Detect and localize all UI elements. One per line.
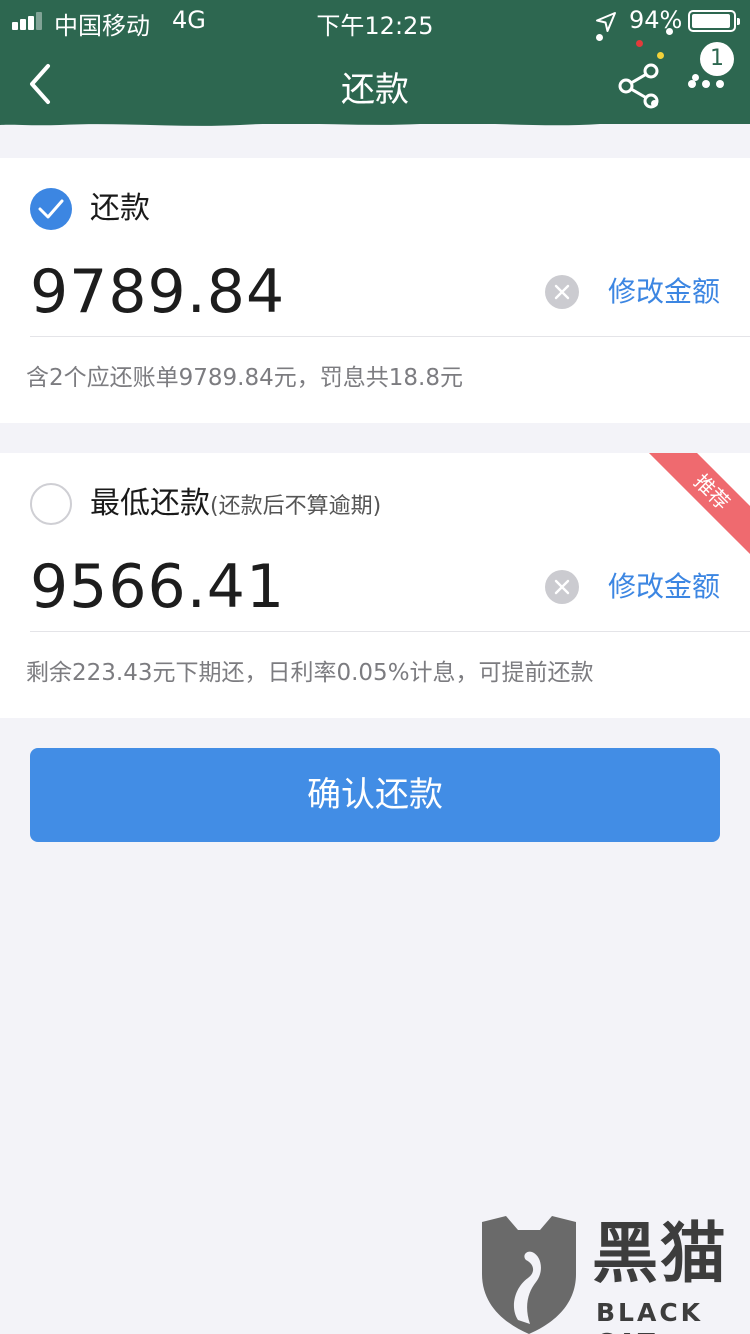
option-label-text: 还款 xyxy=(90,191,150,226)
location-arrow-icon xyxy=(596,12,616,32)
full-payment-amount[interactable]: 9789.84 xyxy=(30,256,285,328)
header: 中国移动 4G 下午12:25 94% 还款 1 xyxy=(0,0,750,124)
minimum-payment-option[interactable]: 推荐 最低还款(还款后不算逾期) 9566.41 修改金额 剩余223.43元下… xyxy=(0,453,750,718)
recommended-ribbon: 推荐 xyxy=(643,453,750,561)
close-icon xyxy=(554,579,570,595)
decor-dot xyxy=(651,100,658,107)
more-options-icon[interactable] xyxy=(684,72,728,96)
full-payment-label: 还款 xyxy=(90,188,150,230)
full-payment-detail: 含2个应还账单9789.84元，罚息共18.8元 xyxy=(26,365,463,391)
option-note: (还款后不算逾期) xyxy=(210,494,382,519)
confirm-payment-button[interactable]: 确认还款 xyxy=(30,748,720,842)
payment-page: 中国移动 4G 下午12:25 94% 还款 1 还款 9789.84 修改金额… xyxy=(0,0,750,1334)
close-icon xyxy=(554,284,570,300)
decor-dot xyxy=(692,74,699,81)
decor-dot xyxy=(596,34,603,41)
edit-amount-link[interactable]: 修改金额 xyxy=(608,567,720,607)
notification-badge: 1 xyxy=(700,42,734,76)
edit-amount-link[interactable]: 修改金额 xyxy=(608,272,720,312)
option-label-text: 最低还款 xyxy=(90,486,210,521)
black-cat-logo-icon xyxy=(482,1216,576,1334)
minimum-payment-amount[interactable]: 9566.41 xyxy=(30,551,285,623)
check-icon xyxy=(38,199,64,219)
battery-percent: 94% xyxy=(629,6,683,34)
battery-icon xyxy=(688,10,740,32)
decor-dot xyxy=(636,40,643,47)
clear-amount-button[interactable] xyxy=(545,570,579,604)
full-payment-radio[interactable] xyxy=(30,188,72,230)
decor-dot xyxy=(666,28,673,35)
header-torn-edge xyxy=(0,116,750,126)
watermark-brand-cn: 黑猫 xyxy=(592,1215,728,1292)
watermark-brand-en: BLACK CAT xyxy=(596,1298,704,1334)
divider xyxy=(30,336,750,337)
full-payment-option[interactable]: 还款 9789.84 修改金额 含2个应还账单9789.84元，罚息共18.8元 xyxy=(0,158,750,423)
status-bar: 中国移动 4G 下午12:25 94% xyxy=(0,0,750,40)
decor-dot xyxy=(657,52,664,59)
minimum-payment-radio[interactable] xyxy=(30,483,72,525)
clear-amount-button[interactable] xyxy=(545,275,579,309)
minimum-payment-label: 最低还款(还款后不算逾期) xyxy=(90,483,381,528)
minimum-payment-detail: 剩余223.43元下期还，日利率0.05%计息，可提前还款 xyxy=(26,660,594,686)
divider xyxy=(30,631,750,632)
